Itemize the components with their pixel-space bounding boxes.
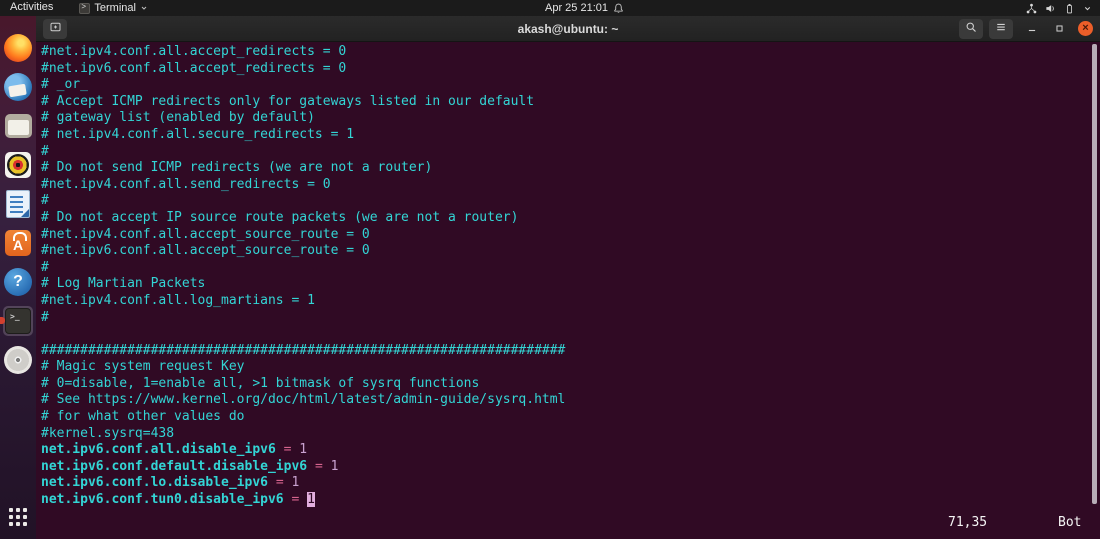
terminal-icon bbox=[5, 308, 31, 334]
terminal-line: #net.ipv4.conf.all.log_martians = 1 bbox=[41, 292, 315, 308]
vim-ruler-scroll: Bot bbox=[1058, 515, 1082, 531]
files-icon bbox=[4, 114, 32, 138]
search-icon bbox=[965, 20, 977, 38]
terminal-line: ########################################… bbox=[41, 342, 566, 358]
terminal-line: # See https://www.kernel.org/doc/html/la… bbox=[41, 392, 566, 408]
dock-item-help[interactable] bbox=[3, 267, 33, 297]
dock-item-disk[interactable] bbox=[3, 345, 33, 375]
minimize-button[interactable] bbox=[1024, 21, 1040, 37]
close-icon: × bbox=[1082, 22, 1089, 34]
app-menu-label: Terminal bbox=[94, 2, 136, 14]
terminal-line: # Log Martian Packets bbox=[41, 276, 206, 292]
network-icon bbox=[1026, 3, 1037, 14]
terminal-line: # bbox=[41, 309, 49, 325]
menu-button[interactable] bbox=[989, 18, 1013, 39]
terminal-line: #net.ipv4.conf.all.send_redirects = 0 bbox=[41, 176, 331, 192]
dock-item-terminal[interactable] bbox=[0, 306, 33, 336]
terminal-line: net.ipv6.conf.all.disable_ipv6 = 1 bbox=[41, 442, 308, 458]
terminal-text: #net.ipv4.conf.all.accept_redirects = 0 #… bbox=[41, 44, 1088, 509]
app-menu-terminal[interactable]: Terminal bbox=[79, 0, 148, 16]
terminal-line: # for what other values do bbox=[41, 409, 245, 425]
terminal-line: #net.ipv4.conf.all.accept_redirects = 0 bbox=[41, 44, 347, 59]
terminal-line: # _or_ bbox=[41, 77, 88, 93]
terminal-line: # net.ipv4.conf.all.secure_redirects = 1 bbox=[41, 126, 355, 142]
close-button[interactable]: × bbox=[1078, 21, 1093, 36]
firefox-icon bbox=[4, 34, 32, 62]
terminal-line: # Magic system request Key bbox=[41, 359, 245, 375]
show-applications-button[interactable] bbox=[3, 502, 33, 532]
terminal-line: #kernel.sysrq=438 bbox=[41, 425, 175, 441]
desktop: Activities Terminal Apr 25 21:01 bbox=[0, 0, 1100, 539]
vim-ruler-position: 71,35 bbox=[948, 515, 988, 531]
dock bbox=[0, 16, 36, 539]
dock-item-thunderbird[interactable] bbox=[3, 72, 33, 102]
terminal-scrollbar[interactable] bbox=[1092, 44, 1097, 504]
clock-button[interactable]: Apr 25 21:01 bbox=[545, 0, 624, 16]
terminal-line: # Accept ICMP redirects only for gateway… bbox=[41, 93, 535, 109]
terminal-line: # 0=disable, 1=enable all, >1 bitmask of… bbox=[41, 375, 480, 391]
terminal-app-icon bbox=[79, 2, 91, 14]
rhythmbox-icon bbox=[5, 152, 31, 178]
terminal-line: # bbox=[41, 259, 49, 275]
terminal-content[interactable]: #net.ipv4.conf.all.accept_redirects = 0 #… bbox=[36, 42, 1100, 539]
show-applications-icon bbox=[9, 508, 13, 512]
window-title: akash@ubuntu: ~ bbox=[517, 21, 619, 36]
thunderbird-icon bbox=[4, 73, 32, 101]
terminal-line: # Do not accept IP source route packets … bbox=[41, 209, 519, 225]
terminal-line: net.ipv6.conf.lo.disable_ipv6 = 1 bbox=[41, 475, 300, 491]
battery-icon bbox=[1064, 3, 1075, 14]
terminal-window: akash@ubuntu: ~ × #net.ipv4.conf.all.acc… bbox=[36, 16, 1100, 539]
terminal-headerbar: akash@ubuntu: ~ × bbox=[36, 16, 1100, 42]
chevron-down-icon bbox=[140, 4, 148, 12]
dock-item-ubuntu-software[interactable] bbox=[3, 228, 33, 258]
notification-bell-icon bbox=[613, 3, 624, 14]
chevron-down-icon bbox=[1083, 4, 1092, 13]
terminal-line: # bbox=[41, 143, 49, 159]
volume-icon bbox=[1045, 3, 1056, 14]
dock-item-files[interactable] bbox=[3, 111, 33, 141]
terminal-line: #net.ipv4.conf.all.accept_source_route =… bbox=[41, 226, 370, 242]
disk-icon bbox=[4, 346, 32, 374]
terminal-line: net.ipv6.conf.tun0.disable_ipv6 = 1 bbox=[41, 492, 315, 508]
libreoffice-writer-icon bbox=[6, 190, 30, 218]
minimize-icon bbox=[1027, 20, 1037, 38]
maximize-icon bbox=[1055, 20, 1064, 38]
maximize-button[interactable] bbox=[1051, 21, 1067, 37]
hamburger-menu-icon bbox=[995, 20, 1007, 38]
terminal-line: # Do not send ICMP redirects (we are not… bbox=[41, 160, 433, 176]
new-tab-icon bbox=[49, 20, 62, 38]
dock-item-rhythmbox[interactable] bbox=[3, 150, 33, 180]
terminal-line: # gateway list (enabled by default) bbox=[41, 110, 315, 126]
search-button[interactable] bbox=[959, 18, 983, 39]
new-tab-button[interactable] bbox=[43, 18, 67, 39]
dock-item-firefox[interactable] bbox=[3, 33, 33, 63]
activities-button[interactable]: Activities bbox=[0, 0, 63, 16]
terminal-line: #net.ipv6.conf.all.accept_source_route =… bbox=[41, 243, 370, 259]
top-bar: Activities Terminal Apr 25 21:01 bbox=[0, 0, 1100, 16]
terminal-line: # bbox=[41, 193, 49, 209]
ubuntu-software-icon bbox=[5, 230, 31, 256]
system-status-area[interactable] bbox=[1026, 0, 1100, 16]
clock-label: Apr 25 21:01 bbox=[545, 2, 608, 14]
terminal-line: #net.ipv6.conf.all.accept_redirects = 0 bbox=[41, 60, 347, 76]
terminal-line: net.ipv6.conf.default.disable_ipv6 = 1 bbox=[41, 458, 339, 474]
dock-item-libreoffice-writer[interactable] bbox=[3, 189, 33, 219]
help-icon bbox=[4, 268, 32, 296]
